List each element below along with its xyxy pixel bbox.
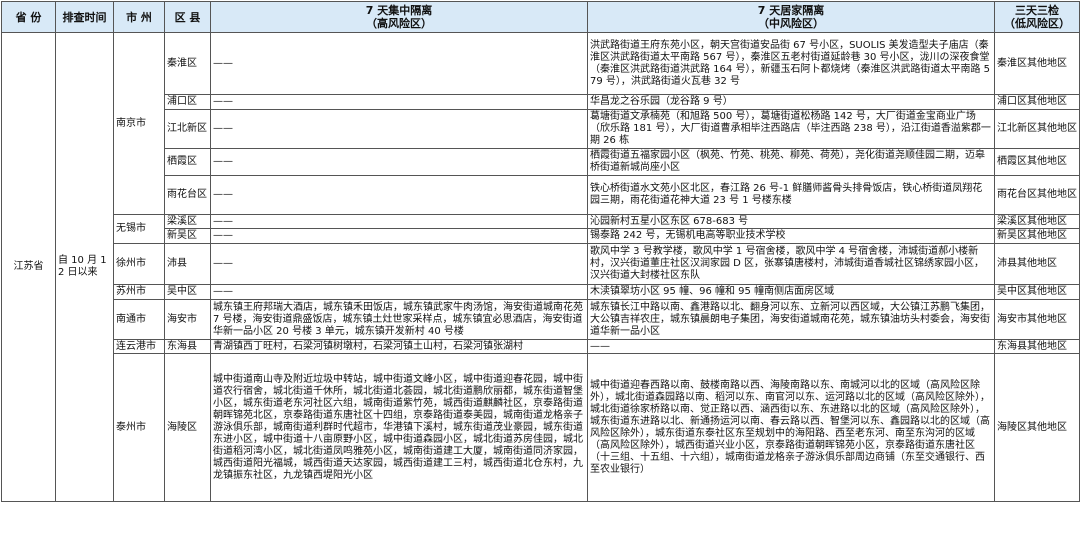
low-risk-cell: 秦淮区其他地区 xyxy=(994,32,1080,95)
mid-risk-cell: 城中街道迎春西路以南、鼓楼南路以西、海陵南路以东、南城河以北的区域（高风险区除外… xyxy=(587,353,995,502)
low-risk-cell: 江北新区其他地区 xyxy=(994,109,1080,149)
low-risk-cell: 沛县其他地区 xyxy=(994,243,1080,285)
high-risk-cell: —— xyxy=(210,32,588,95)
city-cell: 苏州市 xyxy=(113,284,165,300)
low-risk-cell: 吴中区其他地区 xyxy=(994,284,1080,300)
table-row: 泰州市 海陵区 城中街道南山寺及附近垃圾中转站，城中街道文峰小区，城中街道迎春花… xyxy=(2,353,1080,502)
district-cell: 梁溪区 xyxy=(164,214,211,229)
district-cell: 雨花台区 xyxy=(164,175,211,215)
mid-risk-cell: 木渎镇翠坊小区 95 幢、96 幢和 95 幢南侧店面房区域 xyxy=(587,284,995,300)
mid-risk-cell: 洪武路街道王府东苑小区，朝天宫街道安品街 67 号小区，SUOLIS 美发造型夫… xyxy=(587,32,995,95)
city-cell: 泰州市 xyxy=(113,353,165,502)
risk-area-table: 省 份 排查时间 市 州 区 县 7 天集中隔离 （高风险区） 7 天居家隔离 （中… xyxy=(1,1,1080,502)
header-low-sub: （低风险区） xyxy=(1004,17,1070,30)
high-risk-cell: 青湖镇西丁旺村，石梁河镇树墩村，石梁河镇土山村，石梁河镇张湖村 xyxy=(210,339,588,354)
low-risk-cell: 浦口区其他地区 xyxy=(994,94,1080,110)
table-row: 徐州市 沛县 —— 歌风中学 3 号教学楼，歌风中学 1 号宿舍楼，歌风中学 4… xyxy=(2,243,1080,285)
table-row: 南通市 海安市 城东镇王府邦瑞大酒店，城东镇禾田饭店，城东镇武家牛肉汤馆，海安街… xyxy=(2,299,1080,340)
high-risk-cell: —— xyxy=(210,284,588,300)
header-low-title: 三天三检 xyxy=(1015,4,1059,17)
table-row: 江苏省 自 10 月 12 日以来 南京市 秦淮区 —— 洪武路街道王府东苑小区… xyxy=(1,32,1080,502)
low-risk-cell: 栖霞区其他地区 xyxy=(994,148,1080,176)
district-cell: 秦淮区 xyxy=(164,32,211,95)
low-risk-cell: 海安市其他地区 xyxy=(994,299,1080,340)
city-cell: 徐州市 xyxy=(113,243,165,285)
high-risk-cell: —— xyxy=(210,148,588,176)
city-cell: 连云港市 xyxy=(113,339,165,354)
district-cell: 栖霞区 xyxy=(164,148,211,176)
city-cell: 南京市 xyxy=(113,32,165,215)
district-cell: 浦口区 xyxy=(164,94,211,110)
table-row: 苏州市 吴中区 —— 木渎镇翠坊小区 95 幢、96 幢和 95 幢南侧店面房区… xyxy=(2,284,1080,300)
high-risk-cell: —— xyxy=(210,94,588,110)
high-risk-cell: —— xyxy=(210,175,588,215)
city-cell: 无锡市 xyxy=(113,214,165,244)
header-district: 区 县 xyxy=(164,1,211,33)
district-cell: 江北新区 xyxy=(164,109,211,149)
mid-risk-cell: —— xyxy=(587,339,995,354)
high-risk-cell: 城东镇王府邦瑞大酒店，城东镇禾田饭店，城东镇武家牛肉汤馆，海安街道城南花苑 7 … xyxy=(210,299,588,340)
mid-risk-cell: 锡泰路 242 号，无锡机电高等职业技术学校 xyxy=(587,228,995,244)
district-cell: 东海县 xyxy=(164,339,211,354)
high-risk-cell: —— xyxy=(210,243,588,285)
mid-risk-cell: 铁心桥街道水文苑小区北区，春江路 26 号-1 鲜膳师酱骨头排骨饭店，铁心桥街道… xyxy=(587,175,995,215)
header-mid-title: 7 天居家隔离 xyxy=(757,4,825,17)
header-province: 省 份 xyxy=(1,1,56,33)
header-mid-sub: （中风险区） xyxy=(758,17,824,30)
mid-risk-cell: 栖霞街道五福家园小区（枫苑、竹苑、桃苑、柳苑、荷苑），尧化街道尧顺佳园二期，迈皋… xyxy=(587,148,995,176)
low-risk-cell: 新吴区其他地区 xyxy=(994,228,1080,244)
header-high-risk: 7 天集中隔离 （高风险区） xyxy=(210,1,588,33)
mid-risk-cell: 葛塘街道文承楠苑（和旭路 500 号），葛塘街道松杨路 142 号，大厂街道金宝… xyxy=(587,109,995,149)
province-cell: 江苏省 xyxy=(1,32,56,502)
district-cell: 沛县 xyxy=(164,243,211,285)
city-cell: 南通市 xyxy=(113,299,165,340)
header-time: 排查时间 xyxy=(55,1,114,33)
low-risk-cell: 海陵区其他地区 xyxy=(994,353,1080,502)
table-row: 无锡市 梁溪区 —— 沁园新村五星小区东区 678-683 号 梁溪区其他地区 xyxy=(2,214,1080,244)
header-row: 省 份 排查时间 市 州 区 县 7 天集中隔离 （高风险区） 7 天居家隔离 （中… xyxy=(1,1,1080,33)
header-low-risk: 三天三检 （低风险区） xyxy=(994,1,1080,33)
high-risk-cell: 城中街道南山寺及附近垃圾中转站，城中街道文峰小区，城中街道迎春花园，城中街道农行… xyxy=(210,353,588,502)
header-city: 市 州 xyxy=(113,1,165,33)
district-cell: 吴中区 xyxy=(164,284,211,300)
district-cell: 新吴区 xyxy=(164,228,211,244)
high-risk-cell: —— xyxy=(210,228,588,244)
mid-risk-cell: 华昌龙之谷乐园（龙谷路 9 号） xyxy=(587,94,995,110)
high-risk-cell: —— xyxy=(210,109,588,149)
low-risk-cell: 梁溪区其他地区 xyxy=(994,214,1080,229)
table-row: 连云港市 东海县 青湖镇西丁旺村，石梁河镇树墩村，石梁河镇土山村，石梁河镇张湖村… xyxy=(2,339,1080,354)
district-cell: 海陵区 xyxy=(164,353,211,502)
mid-risk-cell: 歌风中学 3 号教学楼，歌风中学 1 号宿舍楼，歌风中学 4 号宿舍楼，沛城街道… xyxy=(587,243,995,285)
time-cell: 自 10 月 12 日以来 xyxy=(55,32,114,502)
high-risk-cell: —— xyxy=(210,214,588,229)
mid-risk-cell: 城东镇长江中路以南、鑫港路以北、翻身河以东、立新河以西区域，大公镇江苏鹏飞集团，… xyxy=(587,299,995,340)
mid-risk-cell: 沁园新村五星小区东区 678-683 号 xyxy=(587,214,995,229)
header-high-sub: （高风险区） xyxy=(366,17,432,30)
low-risk-cell: 雨花台区其他地区 xyxy=(994,175,1080,215)
district-cell: 海安市 xyxy=(164,299,211,340)
header-mid-risk: 7 天居家隔离 （中风险区） xyxy=(587,1,995,33)
low-risk-cell: 东海县其他地区 xyxy=(994,339,1080,354)
header-high-title: 7 天集中隔离 xyxy=(365,4,433,17)
